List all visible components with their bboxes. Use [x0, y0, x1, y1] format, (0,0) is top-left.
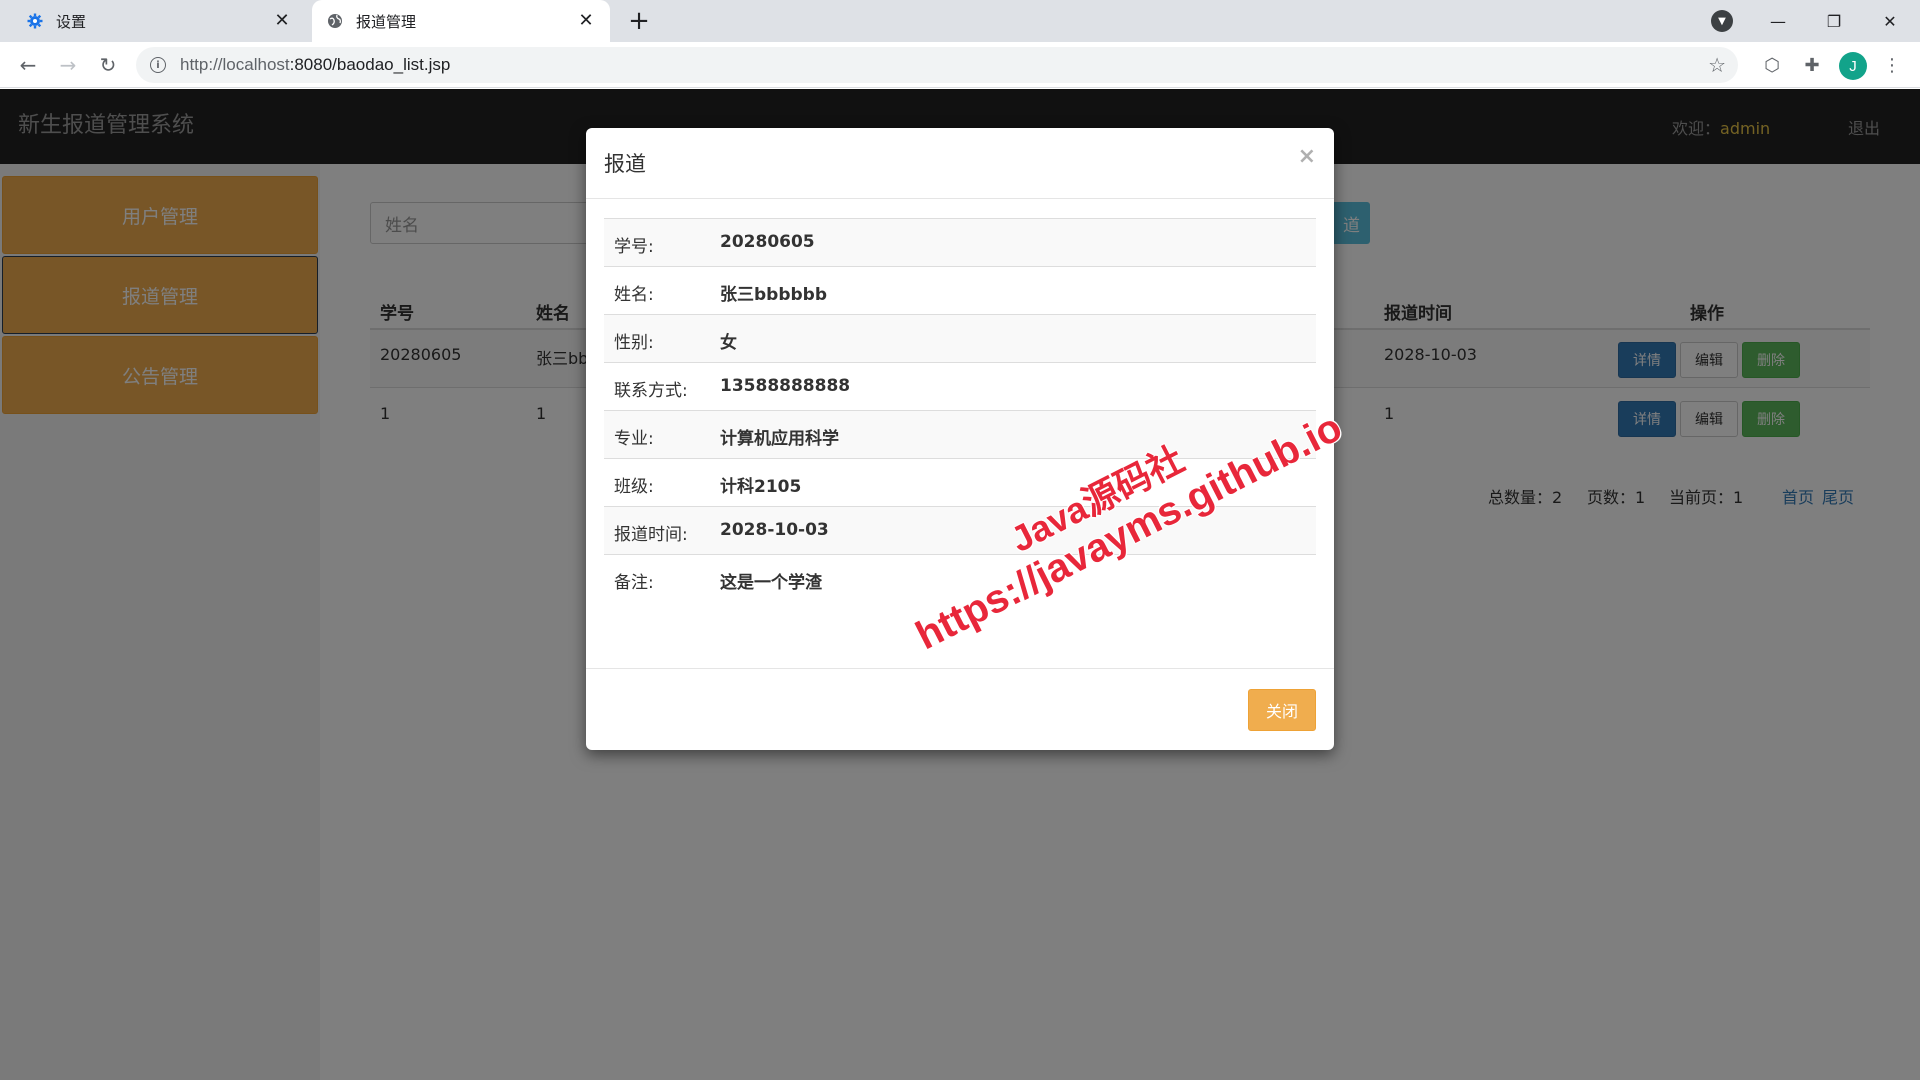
- detail-row: 学号: 20280605: [604, 218, 1316, 266]
- modal-close-button[interactable]: 关闭: [1248, 689, 1316, 731]
- bookmark-star-icon[interactable]: ☆: [1708, 53, 1726, 77]
- tab-baodao[interactable]: 报道管理 ✕: [312, 0, 610, 42]
- profile-avatar[interactable]: J: [1839, 52, 1867, 80]
- detail-row: 联系方式: 13588888888: [604, 362, 1316, 410]
- close-icon[interactable]: ✕: [576, 11, 596, 31]
- detail-label: 联系方式:: [614, 381, 688, 401]
- window-close-icon[interactable]: ✕: [1862, 0, 1918, 42]
- detail-value: 女: [720, 333, 737, 353]
- detail-label: 专业:: [614, 429, 654, 449]
- minimize-icon[interactable]: —: [1750, 0, 1806, 42]
- address-bar[interactable]: i http://localhost:8080/baodao_list.jsp …: [136, 47, 1738, 83]
- detail-row: 姓名: 张三bbbbbb: [604, 266, 1316, 314]
- detail-row: 性别: 女: [604, 314, 1316, 362]
- modal-title: 报道: [604, 152, 646, 176]
- detail-value: 张三bbbbbb: [720, 285, 828, 305]
- kebab-menu-icon[interactable]: ⋮: [1876, 49, 1908, 81]
- detail-label: 备注:: [614, 573, 654, 593]
- detail-label: 性别:: [614, 333, 654, 353]
- detail-row: 专业: 计算机应用科学: [604, 410, 1316, 458]
- forward-icon[interactable]: →: [52, 49, 84, 81]
- modal-footer-divider: [586, 668, 1334, 669]
- back-icon[interactable]: ←: [12, 49, 44, 81]
- reload-icon[interactable]: ↻: [92, 49, 124, 81]
- detail-label: 学号:: [614, 237, 654, 257]
- tab-title: 报道管理: [356, 12, 417, 31]
- detail-value: 这是一个学渣: [720, 573, 822, 593]
- detail-value: 13588888888: [720, 376, 851, 396]
- restore-icon[interactable]: ❐: [1806, 0, 1862, 42]
- tab-settings[interactable]: 设置 ✕: [8, 0, 306, 42]
- detail-value: 20280605: [720, 232, 815, 252]
- detail-label: 班级:: [614, 477, 654, 497]
- browser-toolbar: ← → ↻ i http://localhost:8080/baodao_lis…: [0, 42, 1920, 88]
- browser-tab-bar: 设置 ✕ 报道管理 ✕ + ▼ — ❐ ✕: [0, 0, 1920, 42]
- url-text: http://localhost:8080/baodao_list.jsp: [180, 55, 451, 74]
- modal-header-divider: [586, 198, 1334, 199]
- extension-hex-icon[interactable]: ⬡: [1756, 49, 1788, 81]
- detail-value: 计算机应用科学: [720, 429, 839, 449]
- modal-close-icon[interactable]: ×: [1298, 144, 1316, 169]
- puzzle-icon[interactable]: ✚: [1796, 49, 1828, 81]
- detail-label: 报道时间:: [614, 525, 688, 545]
- globe-icon: [326, 12, 344, 30]
- report-detail-modal: 报道 × 学号: 20280605 姓名: 张三bbbbbb 性别: 女 联系方…: [586, 128, 1334, 750]
- close-icon[interactable]: ✕: [272, 11, 292, 31]
- detail-label: 姓名:: [614, 285, 654, 305]
- gear-icon: [26, 12, 44, 30]
- detail-value: 2028-10-03: [720, 520, 829, 540]
- tab-search-icon[interactable]: ▼: [1711, 10, 1733, 32]
- tab-title: 设置: [56, 12, 87, 31]
- detail-value: 计科2105: [720, 477, 802, 497]
- info-icon[interactable]: i: [150, 57, 166, 73]
- new-tab-button[interactable]: +: [624, 6, 654, 36]
